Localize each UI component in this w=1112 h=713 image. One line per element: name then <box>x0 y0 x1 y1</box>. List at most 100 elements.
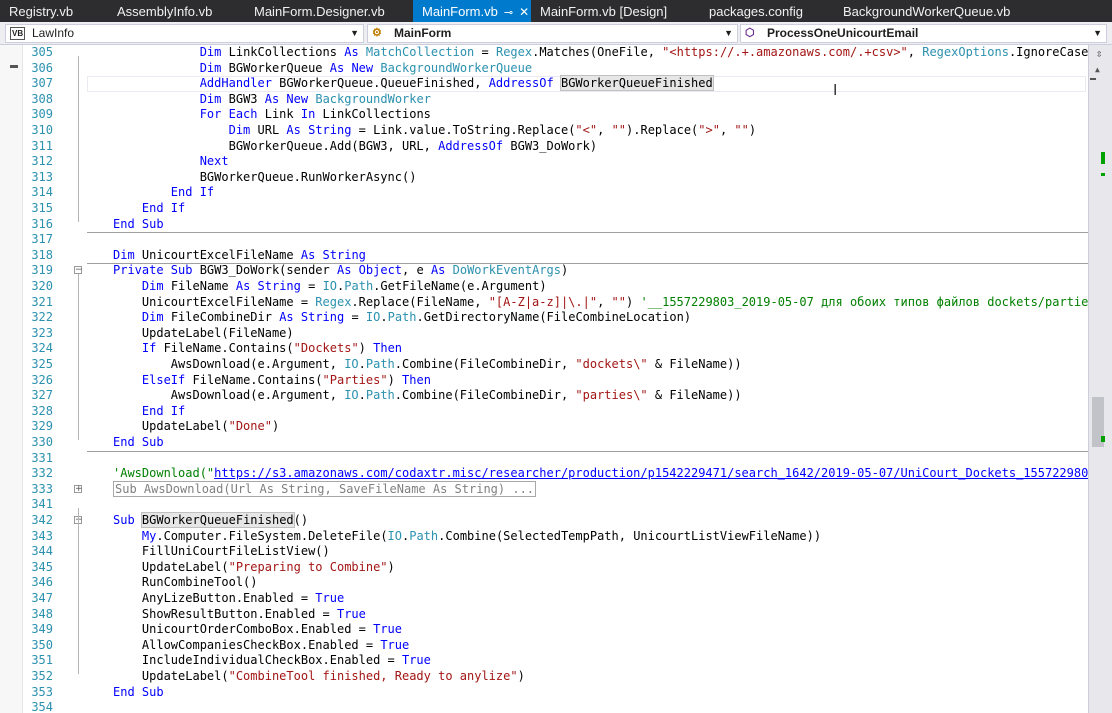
code-line[interactable]: 320 Dim FileName As String = IO.Path.Get… <box>0 279 1088 295</box>
tab-label: MainForm.vb <box>422 4 498 19</box>
project-dropdown[interactable]: VB LawInfo ▼ <box>5 24 364 43</box>
code-text: BGWorkerQueue.Add(BGW3, URL, AddressOf B… <box>113 139 597 155</box>
code-text: UpdateLabel("CombineTool finished, Ready… <box>113 669 525 685</box>
code-line[interactable]: 327 AwsDownload(e.Argument, IO.Path.Comb… <box>0 388 1088 404</box>
code-line[interactable]: 307 AddHandler BGWorkerQueue.QueueFinish… <box>0 75 1088 92</box>
tab-backgroundworkerqueue[interactable]: BackgroundWorkerQueue.vb <box>834 0 1034 22</box>
class-dropdown[interactable]: ⚙ MainForm ▼ <box>367 24 738 43</box>
code-line[interactable]: 323 UpdateLabel(FileName) <box>0 326 1088 342</box>
code-text: Sub AwsDownload(Url As String, SaveFileN… <box>113 480 537 498</box>
code-line[interactable]: 344 FillUniCourtFileListView() <box>0 544 1088 560</box>
code-line[interactable]: 310 Dim URL As String = Link.value.ToStr… <box>0 123 1088 139</box>
code-line[interactable]: 343 My.Computer.FileSystem.DeleteFile(IO… <box>0 529 1088 545</box>
code-line[interactable]: 326 ElseIf FileName.Contains("Parties") … <box>0 373 1088 389</box>
code-token: "Done" <box>228 419 272 434</box>
code-text: Next <box>113 154 229 170</box>
tab-mainform-designer[interactable]: MainForm.Designer.vb <box>245 0 413 22</box>
code-line[interactable]: 350 AllowCompaniesCheckBox.Enabled = Tru… <box>0 638 1088 654</box>
scroll-up-icon[interactable]: ▲ <box>1095 65 1100 74</box>
code-line[interactable]: 346 RunCombineTool() <box>0 575 1088 591</box>
code-line[interactable]: 345 UpdateLabel("Preparing to Combine") <box>0 560 1088 576</box>
expand-icon[interactable]: + <box>74 484 83 493</box>
code-token: Path <box>365 357 395 371</box>
code-token: For Each <box>199 107 258 122</box>
code-line[interactable]: 330 End Sub <box>0 435 1088 451</box>
code-token: Dim <box>228 123 251 137</box>
tab-packages-config[interactable]: packages.config <box>700 0 834 22</box>
code-line[interactable]: 333 + Sub AwsDownload(Url As String, SaveF… <box>0 480 1088 498</box>
code-line[interactable]: 354 <box>0 700 1088 713</box>
code-token: BGWorkerQueue <box>221 60 330 75</box>
code-token: . <box>358 357 366 371</box>
code-token: Dim <box>199 45 222 59</box>
code-token: End Sub <box>113 684 164 699</box>
code-token: Path <box>344 279 374 293</box>
code-token: My <box>141 528 157 543</box>
code-line[interactable]: 321 UnicourtExcelFileName = Regex.Replac… <box>0 295 1088 311</box>
code-line[interactable]: 319 − Private Sub BGW3_DoWork(sender As Ob… <box>0 263 1088 279</box>
code-line[interactable]: 305 Dim LinkCollections As MatchCollecti… <box>0 45 1088 61</box>
vertical-scrollbar[interactable] <box>1088 45 1112 713</box>
code-line[interactable]: 309 For Each Link In LinkCollections <box>0 107 1088 123</box>
code-line[interactable]: 342−Sub BGWorkerQueueFinished() <box>0 512 1088 529</box>
code-line[interactable]: 316 End Sub <box>0 217 1088 233</box>
code-line[interactable]: 353 End Sub <box>0 685 1088 701</box>
code-line[interactable]: 349 UnicourtOrderComboBox.Enabled = True <box>0 622 1088 638</box>
code-line[interactable]: 328 End If <box>0 404 1088 420</box>
code-line[interactable]: 341 <box>0 497 1088 513</box>
code-token: "Parties" <box>322 372 388 387</box>
code-token: AddHandler <box>199 76 272 91</box>
pin-icon[interactable]: ⊸ <box>504 7 513 19</box>
code-line[interactable]: 308 Dim BGW3 As New BackgroundWorker <box>0 92 1088 108</box>
code-editor[interactable]: 305 Dim LinkCollections As MatchCollecti… <box>0 45 1088 713</box>
code-line[interactable]: 352 UpdateLabel("CombineTool finished, R… <box>0 669 1088 685</box>
tab-mainform-design[interactable]: MainForm.vb [Design] <box>531 0 700 22</box>
code-line[interactable]: 315 End If <box>0 201 1088 217</box>
code-token: End Sub <box>113 216 164 231</box>
code-line[interactable]: 347 AnyLizeButton.Enabled = True <box>0 591 1088 607</box>
code-line[interactable]: 312 Next <box>0 154 1088 170</box>
code-line[interactable]: 332 'AwsDownload("https://s3.amazonaws.co… <box>0 466 1088 482</box>
line-number: 333 <box>31 481 53 496</box>
code-line[interactable]: 306 Dim BGWorkerQueue As New BackgroundW… <box>0 61 1088 77</box>
code-text: Dim BGWorkerQueue As New BackgroundWorke… <box>113 61 532 77</box>
code-token: String <box>308 123 352 137</box>
code-token: As <box>279 310 294 325</box>
code-line[interactable]: 314 End If <box>0 185 1088 201</box>
code-token: BackgroundWorker <box>315 91 431 106</box>
code-token: FileCombineDir <box>163 310 280 325</box>
code-token: "<" <box>575 123 598 137</box>
close-icon[interactable]: ✕ <box>519 5 529 19</box>
code-line[interactable]: 317 <box>0 232 1088 248</box>
code-line[interactable]: 318 Dim UnicourtExcelFileName As String <box>0 248 1088 264</box>
split-icon[interactable]: ⇳ <box>1092 47 1106 61</box>
line-number: 351 <box>31 653 53 668</box>
collapse-icon[interactable]: − <box>74 266 83 275</box>
line-number: 327 <box>31 388 53 403</box>
tab-assemblyinfo[interactable]: AssemblyInfo.vb <box>108 0 245 22</box>
code-token: String <box>257 279 301 293</box>
code-line[interactable]: 324 If FileName.Contains("Dockets") Then <box>0 341 1088 357</box>
code-line[interactable]: 331 <box>0 451 1088 467</box>
code-token: .Combine(SelectedTempPath, UnicourtListV… <box>438 528 822 543</box>
code-line[interactable]: 351 IncludeIndividualCheckBox.Enabled = … <box>0 653 1088 669</box>
code-line[interactable]: 325 AwsDownload(e.Argument, IO.Path.Comb… <box>0 357 1088 373</box>
code-line[interactable]: 348 ShowResultButton.Enabled = True <box>0 607 1088 623</box>
code-line[interactable]: 329 UpdateLabel("Done") <box>0 419 1088 435</box>
code-token: UnicourtExcelFileName <box>134 247 301 262</box>
code-line[interactable]: 311 BGWorkerQueue.Add(BGW3, URL, Address… <box>0 139 1088 155</box>
tab-mainform[interactable]: MainForm.vb ⊸ ✕ <box>413 0 531 22</box>
code-line[interactable]: 322 Dim FileCombineDir As String = IO.Pa… <box>0 310 1088 326</box>
code-token: BGW3_DoWork(sender <box>192 263 337 278</box>
member-dropdown[interactable]: ⬡ ProcessOneUnicourtEmail ▼ <box>740 24 1107 43</box>
code-line[interactable]: 313 BGWorkerQueue.RunWorkerAsync() <box>0 170 1088 186</box>
code-token: , <box>597 294 612 309</box>
line-number: 305 <box>31 45 53 59</box>
code-text: If FileName.Contains("Dockets") Then <box>113 341 402 357</box>
code-text: End Sub <box>113 685 164 701</box>
code-token: "" <box>611 294 626 309</box>
tab-registry[interactable]: Registry.vb <box>0 0 108 22</box>
